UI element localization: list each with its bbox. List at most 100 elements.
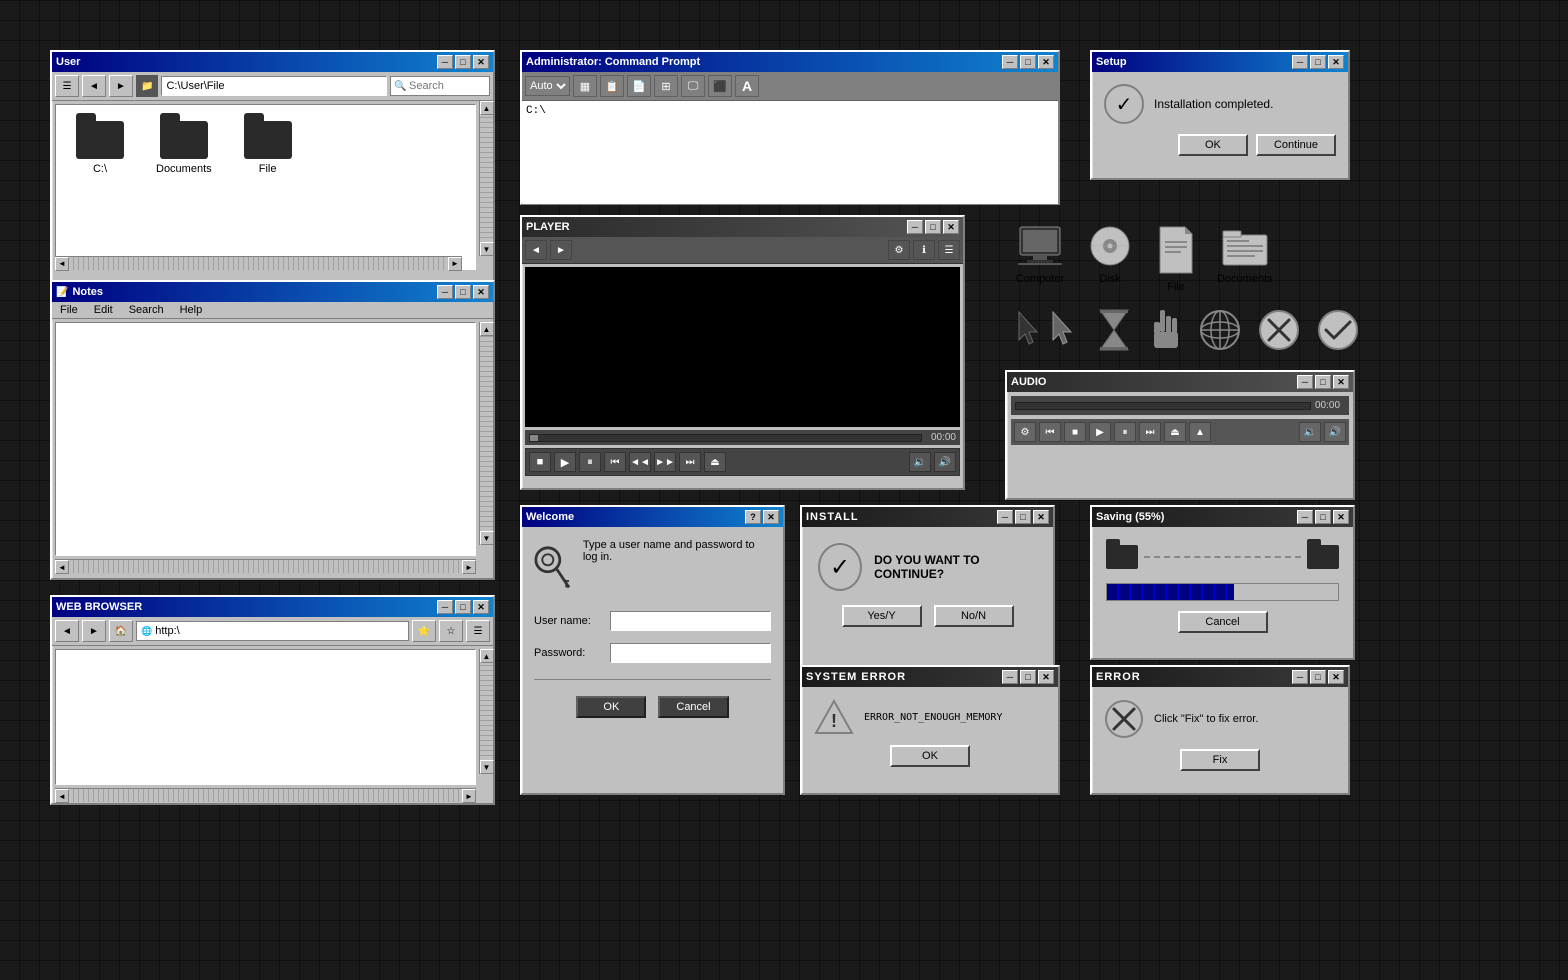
hscroll-left-btn[interactable]: ◄ xyxy=(55,257,69,271)
icon-file[interactable]: File xyxy=(1155,225,1197,293)
audio-vol-up-btn[interactable]: 🔊 xyxy=(1324,422,1346,442)
web-star-btn[interactable]: ☆ xyxy=(439,620,463,642)
notes-vscroll-down[interactable]: ▼ xyxy=(480,531,494,545)
notes-vscrollbar[interactable]: ▲ ▼ xyxy=(479,322,493,545)
install-maximize-btn[interactable]: □ xyxy=(1015,510,1031,524)
audio-vol-down-btn[interactable]: 🔉 xyxy=(1299,422,1321,442)
audio-close-btn[interactable]: ✕ xyxy=(1333,375,1349,389)
user-maximize-btn[interactable]: □ xyxy=(455,55,471,69)
audio-stop-btn[interactable]: ■ xyxy=(1064,422,1086,442)
web-vscroll-down[interactable]: ▼ xyxy=(480,760,494,774)
player-rwd-btn[interactable]: ◄◄ xyxy=(629,452,651,472)
saving-cancel-btn[interactable]: Cancel xyxy=(1178,611,1268,633)
error-maximize-btn[interactable]: □ xyxy=(1310,670,1326,684)
player-vol-down-btn[interactable]: 🔉 xyxy=(909,452,931,472)
saving-maximize-btn[interactable]: □ xyxy=(1315,510,1331,524)
audio-play-btn[interactable]: ▶ xyxy=(1089,422,1111,442)
setup-close-btn[interactable]: ✕ xyxy=(1328,55,1344,69)
player-close-btn[interactable]: ✕ xyxy=(943,220,959,234)
cmd-btn4[interactable]: ⊞ xyxy=(654,75,678,97)
web-close-btn[interactable]: ✕ xyxy=(473,600,489,614)
web-back-btn[interactable]: ◄ xyxy=(55,620,79,642)
audio-fwd-btn[interactable]: ⏭ xyxy=(1139,422,1161,442)
setup-ok-btn[interactable]: OK xyxy=(1178,134,1248,156)
icon-computer[interactable]: Computer xyxy=(1015,225,1065,293)
system-error-ok-btn[interactable]: OK xyxy=(890,745,970,767)
user-menu-btn[interactable]: ☰ xyxy=(55,75,79,97)
user-close-btn[interactable]: ✕ xyxy=(473,55,489,69)
player-forward-btn[interactable]: ► xyxy=(550,240,572,260)
notes-menu-file[interactable]: File xyxy=(56,303,82,317)
player-info-btn[interactable]: ℹ xyxy=(913,240,935,260)
cmd-copy-btn[interactable]: 📋 xyxy=(600,75,624,97)
install-no-btn[interactable]: No/N xyxy=(934,605,1014,627)
web-hscroll-left[interactable]: ◄ xyxy=(55,789,69,803)
welcome-username-input[interactable] xyxy=(610,611,771,631)
notes-menu-help[interactable]: Help xyxy=(176,303,207,317)
web-minimize-btn[interactable]: ─ xyxy=(437,600,453,614)
player-stop-btn[interactable]: ■ xyxy=(529,452,551,472)
error-fix-btn[interactable]: Fix xyxy=(1180,749,1260,771)
cmd-select-btn[interactable]: ▦ xyxy=(573,75,597,97)
audio-maximize-btn[interactable]: □ xyxy=(1315,375,1331,389)
notes-content[interactable] xyxy=(55,322,476,556)
web-forward-btn[interactable]: ► xyxy=(82,620,106,642)
notes-hscrollbar[interactable]: ◄ ► xyxy=(55,559,476,573)
web-bookmark-btn[interactable]: ⭐ xyxy=(412,620,436,642)
cmd-paste-btn[interactable]: 📄 xyxy=(627,75,651,97)
user-address-bar[interactable] xyxy=(161,76,387,96)
web-menu-btn[interactable]: ☰ xyxy=(466,620,490,642)
setup-maximize-btn[interactable]: □ xyxy=(1310,55,1326,69)
setup-continue-btn[interactable]: Continue xyxy=(1256,134,1336,156)
hscroll-right-btn[interactable]: ► xyxy=(448,257,462,271)
notes-menu-edit[interactable]: Edit xyxy=(90,303,117,317)
welcome-cancel-btn[interactable]: Cancel xyxy=(658,696,728,718)
install-minimize-btn[interactable]: ─ xyxy=(997,510,1013,524)
player-prev-btn[interactable]: ⏮ xyxy=(604,452,626,472)
notes-hscroll-left[interactable]: ◄ xyxy=(55,560,69,574)
user-forward-btn[interactable]: ► xyxy=(109,75,133,97)
audio-settings-btn[interactable]: ⚙ xyxy=(1014,422,1036,442)
notes-hscroll-right[interactable]: ► xyxy=(462,560,476,574)
web-address-bar[interactable] xyxy=(155,625,404,637)
web-maximize-btn[interactable]: □ xyxy=(455,600,471,614)
error-close-btn[interactable]: ✕ xyxy=(1328,670,1344,684)
sysErr-minimize-btn[interactable]: ─ xyxy=(1002,670,1018,684)
user-vscrollbar[interactable]: ▲ ▼ xyxy=(479,101,493,256)
sysErr-close-btn[interactable]: ✕ xyxy=(1038,670,1054,684)
player-seekbar[interactable] xyxy=(529,434,922,442)
notes-maximize-btn[interactable]: □ xyxy=(455,285,471,299)
audio-pause-btn[interactable]: ⏸ xyxy=(1114,422,1136,442)
web-vscroll-up[interactable]: ▲ xyxy=(480,649,494,663)
welcome-help-btn[interactable]: ? xyxy=(745,510,761,524)
welcome-ok-btn[interactable]: OK xyxy=(576,696,646,718)
web-home-btn[interactable]: 🏠 xyxy=(109,620,133,642)
install-close-btn[interactable]: ✕ xyxy=(1033,510,1049,524)
setup-minimize-btn[interactable]: ─ xyxy=(1292,55,1308,69)
icon-disk[interactable]: Disk xyxy=(1085,225,1135,293)
player-back-btn[interactable]: ◄ xyxy=(525,240,547,260)
cmd-dropdown[interactable]: Auto xyxy=(525,76,570,96)
cmd-minimize-btn[interactable]: ─ xyxy=(1002,55,1018,69)
vscroll-down-btn[interactable]: ▼ xyxy=(480,242,494,256)
player-eject-btn[interactable]: ⏏ xyxy=(704,452,726,472)
welcome-close-btn[interactable]: ✕ xyxy=(763,510,779,524)
icon-documents[interactable]: Documents xyxy=(1217,225,1273,293)
saving-close-btn[interactable]: ✕ xyxy=(1333,510,1349,524)
vscroll-up-btn[interactable]: ▲ xyxy=(480,101,494,115)
folder-documents[interactable]: Documents xyxy=(156,121,212,175)
audio-eject-btn[interactable]: ⏏ xyxy=(1164,422,1186,442)
notes-minimize-btn[interactable]: ─ xyxy=(437,285,453,299)
web-vscrollbar[interactable]: ▲ ▼ xyxy=(479,649,493,774)
player-minimize-btn[interactable]: ─ xyxy=(907,220,923,234)
error-minimize-btn[interactable]: ─ xyxy=(1292,670,1308,684)
player-pause-btn[interactable]: ⏸ xyxy=(579,452,601,472)
audio-prev-btn[interactable]: ⏮ xyxy=(1039,422,1061,442)
notes-menu-search[interactable]: Search xyxy=(125,303,168,317)
player-vol-up-btn[interactable]: 🔊 xyxy=(934,452,956,472)
notes-textarea[interactable] xyxy=(56,323,475,555)
player-play-btn[interactable]: ▶ xyxy=(554,452,576,472)
user-minimize-btn[interactable]: ─ xyxy=(437,55,453,69)
welcome-password-input[interactable] xyxy=(610,643,771,663)
player-settings-btn[interactable]: ⚙ xyxy=(888,240,910,260)
